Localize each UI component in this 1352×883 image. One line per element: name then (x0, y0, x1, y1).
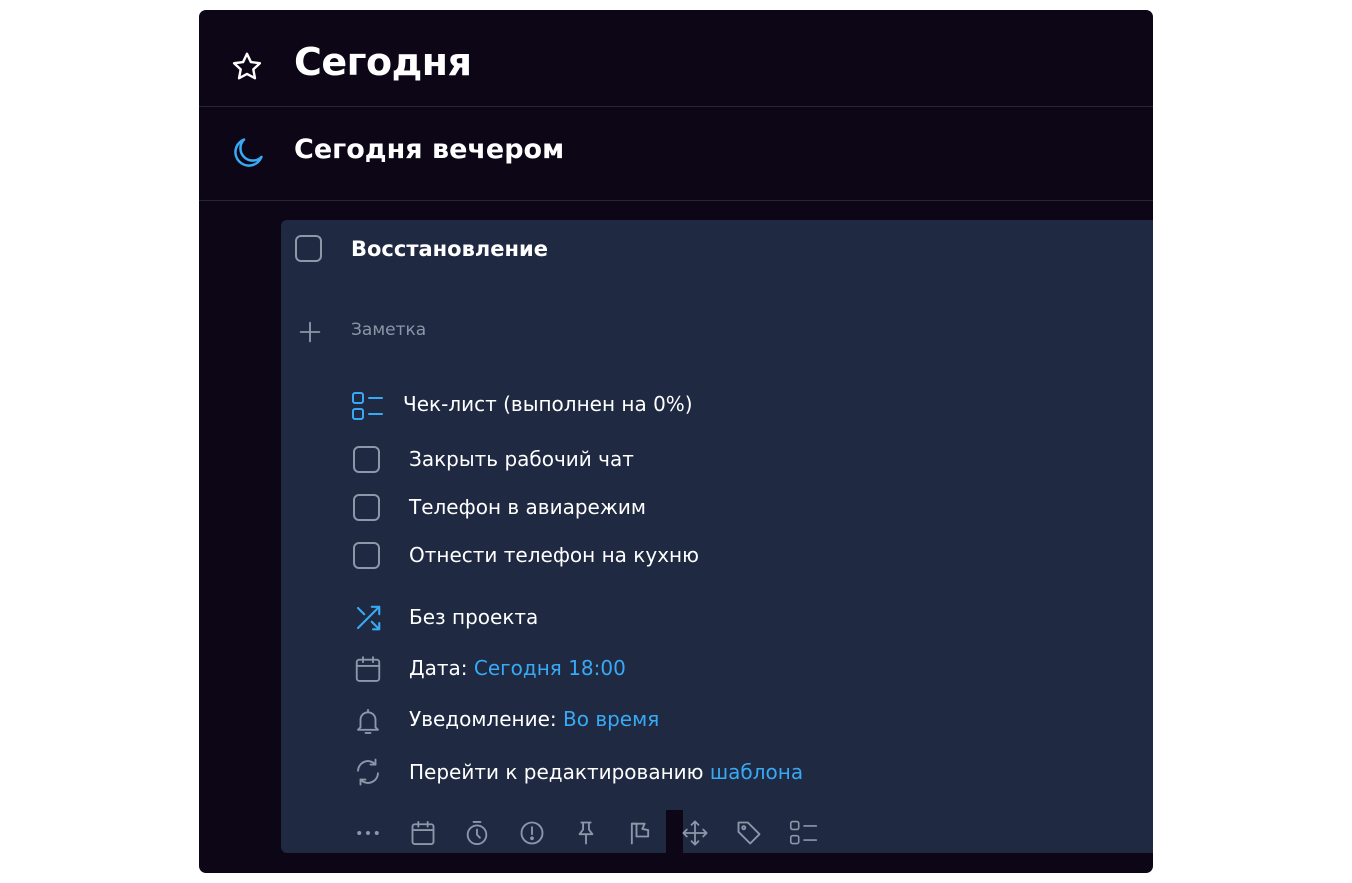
task-card: Восстановление Заметка Чек-лист (выполне… (281, 220, 1153, 863)
checklist-item-checkbox[interactable] (353, 542, 380, 569)
repeat-row: Перейти к редактированию шаблона (409, 760, 803, 784)
notification-label: Уведомление: (409, 707, 557, 731)
task-title[interactable]: Восстановление (351, 237, 548, 261)
notification-row[interactable]: Уведомление: Во время (409, 707, 659, 731)
checklist-icon[interactable] (789, 818, 819, 848)
pin-icon[interactable] (571, 818, 601, 848)
moon-icon (229, 134, 267, 172)
note-input[interactable]: Заметка (351, 320, 426, 340)
timer-icon[interactable] (462, 818, 492, 848)
star-icon (229, 49, 265, 85)
today-header[interactable]: Сегодня (199, 10, 1153, 107)
checklist-icon (351, 391, 385, 421)
checklist-item-checkbox[interactable] (353, 494, 380, 521)
date-row[interactable]: Дата: Сегодня 18:00 (409, 656, 626, 680)
page-title: Сегодня (294, 40, 472, 84)
project-selector[interactable]: Без проекта (409, 605, 538, 629)
task-checkbox[interactable] (295, 235, 322, 262)
checklist-item-checkbox[interactable] (353, 446, 380, 473)
calendar-icon (353, 653, 383, 685)
bell-icon (353, 705, 383, 737)
priority-icon[interactable] (517, 818, 547, 848)
calendar-icon[interactable] (408, 818, 438, 848)
shuffle-icon (353, 603, 383, 633)
task-window: Сегодня Сегодня вечером Восстановление З… (199, 10, 1153, 873)
checklist-header: Чек-лист (выполнен на 0%) (403, 392, 693, 416)
section-title: Сегодня вечером (294, 134, 565, 165)
date-label: Дата: (409, 656, 468, 680)
checklist-item[interactable]: Отнести телефон на кухню (409, 543, 699, 567)
repeat-label: Перейти к редактированию (409, 760, 704, 784)
checklist-item[interactable]: Закрыть рабочий чат (409, 447, 634, 471)
notification-value[interactable]: Во время (563, 707, 659, 731)
checklist-item[interactable]: Телефон в авиарежим (409, 495, 646, 519)
more-icon[interactable] (353, 818, 383, 848)
tag-icon[interactable] (734, 818, 764, 848)
template-link[interactable]: шаблона (710, 760, 803, 784)
plus-icon[interactable] (296, 318, 324, 346)
move-icon[interactable] (680, 818, 710, 848)
evening-section-header[interactable]: Сегодня вечером (199, 107, 1153, 201)
date-value[interactable]: Сегодня 18:00 (474, 656, 626, 680)
flag-icon[interactable] (625, 818, 655, 848)
repeat-icon (353, 757, 383, 787)
